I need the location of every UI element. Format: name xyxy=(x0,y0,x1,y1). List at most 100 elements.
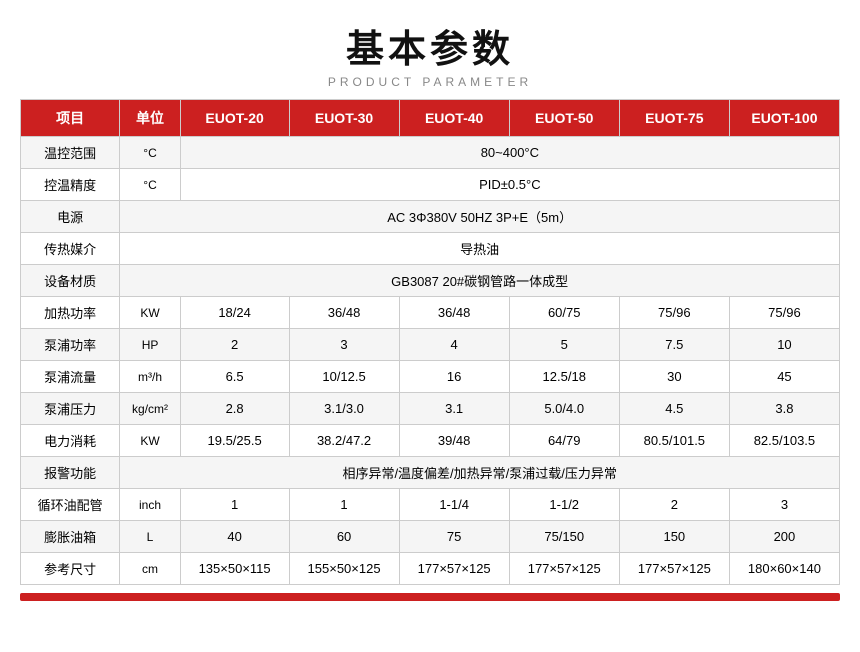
table-row: 电源AC 3Φ380V 50HZ 3P+E（5m） xyxy=(21,201,840,233)
row-label: 膨胀油箱 xyxy=(21,521,120,553)
table-row: 泵浦压力kg/cm²2.83.1/3.03.15.0/4.04.53.8 xyxy=(21,393,840,425)
data-cell: 75 xyxy=(399,521,509,553)
param-table: 项目单位EUOT-20EUOT-30EUOT-40EUOT-50EUOT-75E… xyxy=(20,99,840,585)
data-cell: 3.1 xyxy=(399,393,509,425)
header-cell-euot50: EUOT-50 xyxy=(509,100,619,137)
data-cell: 60 xyxy=(289,521,399,553)
data-cell: 1 xyxy=(289,489,399,521)
span-cell: AC 3Φ380V 50HZ 3P+E（5m） xyxy=(120,201,840,233)
table-row: 泵浦流量m³/h6.510/12.51612.5/183045 xyxy=(21,361,840,393)
data-cell: 3.1/3.0 xyxy=(289,393,399,425)
table-row: 电力消耗KW19.5/25.538.2/47.239/4864/7980.5/1… xyxy=(21,425,840,457)
unit-cell: °C xyxy=(120,137,180,169)
data-cell: 155×50×125 xyxy=(289,553,399,585)
unit-cell: HP xyxy=(120,329,180,361)
data-cell: 180×60×140 xyxy=(729,553,839,585)
header-cell-unit: 单位 xyxy=(120,100,180,137)
span-cell: GB3087 20#碳钢管路一体成型 xyxy=(120,265,840,297)
row-label: 温控范围 xyxy=(21,137,120,169)
row-label: 电源 xyxy=(21,201,120,233)
unit-cell: KW xyxy=(120,297,180,329)
row-label: 泵浦流量 xyxy=(21,361,120,393)
data-cell: 36/48 xyxy=(289,297,399,329)
table-row: 参考尺寸cm135×50×115155×50×125177×57×125177×… xyxy=(21,553,840,585)
data-cell: 10/12.5 xyxy=(289,361,399,393)
data-cell: 82.5/103.5 xyxy=(729,425,839,457)
data-cell: 3 xyxy=(729,489,839,521)
unit-cell: L xyxy=(120,521,180,553)
unit-cell: m³/h xyxy=(120,361,180,393)
table-row: 温控范围°C80~400°C xyxy=(21,137,840,169)
span-cell: 相序异常/温度偏差/加热异常/泵浦过载/压力异常 xyxy=(120,457,840,489)
row-label: 加热功率 xyxy=(21,297,120,329)
data-cell: 135×50×115 xyxy=(180,553,289,585)
row-label: 控温精度 xyxy=(21,169,120,201)
table-row: 膨胀油箱L40607575/150150200 xyxy=(21,521,840,553)
table-row: 报警功能相序异常/温度偏差/加热异常/泵浦过载/压力异常 xyxy=(21,457,840,489)
span-cell: PID±0.5°C xyxy=(180,169,839,201)
data-cell: 2.8 xyxy=(180,393,289,425)
table-row: 传热媒介导热油 xyxy=(21,233,840,265)
data-cell: 39/48 xyxy=(399,425,509,457)
bottom-bar xyxy=(20,593,840,601)
data-cell: 150 xyxy=(619,521,729,553)
row-label: 泵浦功率 xyxy=(21,329,120,361)
header-cell-euot20: EUOT-20 xyxy=(180,100,289,137)
data-cell: 2 xyxy=(619,489,729,521)
data-cell: 4.5 xyxy=(619,393,729,425)
row-label: 泵浦压力 xyxy=(21,393,120,425)
header-cell-item: 项目 xyxy=(21,100,120,137)
unit-cell: kg/cm² xyxy=(120,393,180,425)
header-cell-euot30: EUOT-30 xyxy=(289,100,399,137)
data-cell: 30 xyxy=(619,361,729,393)
data-cell: 177×57×125 xyxy=(619,553,729,585)
page-wrapper: 基本参数 PRODUCT PARAMETER 项目单位EUOT-20EUOT-3… xyxy=(0,0,860,611)
data-cell: 2 xyxy=(180,329,289,361)
table-row: 加热功率KW18/2436/4836/4860/7575/9675/96 xyxy=(21,297,840,329)
data-cell: 80.5/101.5 xyxy=(619,425,729,457)
data-cell: 12.5/18 xyxy=(509,361,619,393)
data-cell: 200 xyxy=(729,521,839,553)
row-label: 设备材质 xyxy=(21,265,120,297)
row-label: 传热媒介 xyxy=(21,233,120,265)
data-cell: 38.2/47.2 xyxy=(289,425,399,457)
data-cell: 177×57×125 xyxy=(399,553,509,585)
header-cell-euot75: EUOT-75 xyxy=(619,100,729,137)
row-label: 电力消耗 xyxy=(21,425,120,457)
unit-cell: KW xyxy=(120,425,180,457)
header-cell-euot100: EUOT-100 xyxy=(729,100,839,137)
data-cell: 1-1/2 xyxy=(509,489,619,521)
unit-cell: °C xyxy=(120,169,180,201)
main-title: 基本参数 xyxy=(20,18,840,73)
data-cell: 45 xyxy=(729,361,839,393)
data-cell: 4 xyxy=(399,329,509,361)
data-cell: 3 xyxy=(289,329,399,361)
data-cell: 5 xyxy=(509,329,619,361)
data-cell: 177×57×125 xyxy=(509,553,619,585)
table-row: 设备材质GB3087 20#碳钢管路一体成型 xyxy=(21,265,840,297)
row-label: 参考尺寸 xyxy=(21,553,120,585)
data-cell: 19.5/25.5 xyxy=(180,425,289,457)
title-section: 基本参数 PRODUCT PARAMETER xyxy=(20,18,840,89)
sub-title: PRODUCT PARAMETER xyxy=(20,75,840,89)
data-cell: 7.5 xyxy=(619,329,729,361)
data-cell: 75/96 xyxy=(619,297,729,329)
header-cell-euot40: EUOT-40 xyxy=(399,100,509,137)
data-cell: 6.5 xyxy=(180,361,289,393)
data-cell: 1 xyxy=(180,489,289,521)
table-header-row: 项目单位EUOT-20EUOT-30EUOT-40EUOT-50EUOT-75E… xyxy=(21,100,840,137)
data-cell: 75/96 xyxy=(729,297,839,329)
span-cell: 80~400°C xyxy=(180,137,839,169)
data-cell: 36/48 xyxy=(399,297,509,329)
row-label: 报警功能 xyxy=(21,457,120,489)
data-cell: 64/79 xyxy=(509,425,619,457)
data-cell: 3.8 xyxy=(729,393,839,425)
data-cell: 16 xyxy=(399,361,509,393)
data-cell: 75/150 xyxy=(509,521,619,553)
table-row: 控温精度°CPID±0.5°C xyxy=(21,169,840,201)
table-row: 循环油配管inch111-1/41-1/223 xyxy=(21,489,840,521)
data-cell: 18/24 xyxy=(180,297,289,329)
data-cell: 10 xyxy=(729,329,839,361)
unit-cell: inch xyxy=(120,489,180,521)
row-label: 循环油配管 xyxy=(21,489,120,521)
